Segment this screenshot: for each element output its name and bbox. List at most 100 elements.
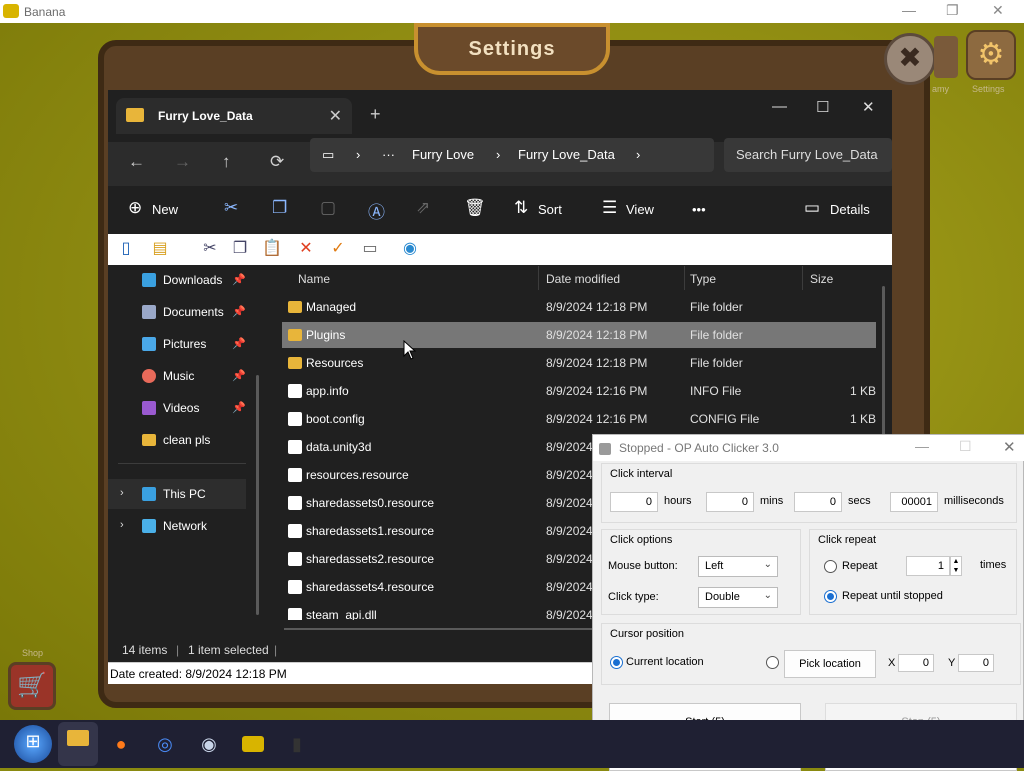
steam-icon[interactable]: ◉	[192, 728, 226, 760]
details-button[interactable]: Details	[830, 202, 870, 217]
cut-icon[interactable]: ✂	[224, 198, 238, 218]
sort-button[interactable]: Sort	[538, 202, 562, 217]
start-button-icon[interactable]: ⊞	[14, 725, 52, 763]
address-more[interactable]: ···	[382, 147, 395, 162]
more-options-button[interactable]: •••	[692, 202, 706, 217]
cut-icon[interactable]: ✂	[198, 238, 222, 260]
game-side-button[interactable]	[934, 36, 958, 78]
paste-icon[interactable]: 📋	[260, 238, 284, 260]
shell-icon[interactable]: ◉	[398, 238, 422, 260]
banana-shape	[242, 736, 264, 752]
share-icon[interactable]: ⇗	[416, 198, 430, 218]
breadcrumb-furry-love-data[interactable]: Furry Love_Data	[518, 147, 615, 162]
firefox-icon[interactable]: ●	[104, 728, 138, 760]
forward-icon[interactable]: →	[174, 152, 191, 172]
chevron-right-icon[interactable]: ›	[120, 519, 124, 531]
y-input[interactable]: 0	[958, 654, 994, 672]
confirm-icon[interactable]: ✓	[326, 238, 350, 260]
table-row[interactable]: Managed 8/9/2024 12:18 PM File folder	[282, 294, 876, 320]
nav-item-downloads[interactable]: Downloads 📌	[108, 265, 258, 295]
secs-input[interactable]: 0	[794, 492, 842, 512]
new-tab-button[interactable]: +	[370, 104, 381, 125]
column-size[interactable]: Size	[810, 272, 833, 286]
file-list-scrollbar[interactable]	[882, 286, 885, 436]
mouse-button-select[interactable]: Left ⌄	[698, 556, 778, 577]
music-icon	[142, 369, 156, 383]
column-separator[interactable]	[684, 266, 685, 290]
maximize-button[interactable]: ❐	[946, 2, 959, 19]
paste-icon[interactable]: ▢	[320, 198, 336, 218]
rename-box-icon[interactable]: ▭	[358, 238, 382, 260]
copy-icon[interactable]: ❐	[228, 238, 252, 260]
nav-item-music[interactable]: Music 📌	[108, 361, 258, 391]
pane-toggle-icon[interactable]: ▯	[114, 238, 138, 260]
nav-item-documents[interactable]: Documents 📌	[108, 297, 258, 327]
tab-close-icon[interactable]: ✕	[329, 106, 342, 126]
column-separator[interactable]	[538, 266, 539, 290]
table-row[interactable]: app.info 8/9/2024 12:16 PM INFO File 1 KB	[282, 378, 876, 404]
current-location-radio[interactable]	[610, 656, 623, 669]
nav-item-clean-pls[interactable]: clean pls	[108, 425, 258, 455]
explorer-minimize-button[interactable]: —	[772, 98, 787, 115]
column-date-modified[interactable]: Date modified	[546, 272, 620, 286]
up-icon[interactable]: ↑	[222, 152, 231, 172]
breadcrumb-furry-love[interactable]: Furry Love	[412, 147, 474, 162]
gear-icon[interactable]: ⚙	[966, 30, 1016, 80]
click-type-select[interactable]: Double ⌄	[698, 587, 778, 608]
address-bar[interactable]: ▭ › ··· Furry Love › Furry Love_Data ›	[310, 138, 714, 172]
copy-icon[interactable]: ❐	[272, 198, 287, 218]
minimize-button[interactable]: —	[902, 2, 916, 18]
shop-icon[interactable]: 🛒	[8, 662, 56, 710]
table-row[interactable]: boot.config 8/9/2024 12:16 PM CONFIG File 1…	[282, 406, 876, 432]
table-row[interactable]: Resources 8/9/2024 12:18 PM File folder	[282, 350, 876, 376]
file-icon	[288, 580, 302, 594]
repeat-count-stepper[interactable]: ▲ ▼	[950, 556, 962, 576]
folder-check-icon[interactable]: ▤	[148, 238, 172, 260]
table-row[interactable]: Plugins 8/9/2024 12:18 PM File folder	[282, 322, 876, 348]
explorer-maximize-button[interactable]: ☐	[816, 98, 829, 116]
explorer-close-button[interactable]: ✕	[862, 98, 875, 116]
file-explorer-icon[interactable]	[58, 722, 98, 766]
column-type[interactable]: Type	[690, 272, 716, 286]
nav-scrollbar[interactable]	[256, 375, 259, 615]
taskbar-app-icon[interactable]: ▮	[280, 728, 314, 760]
refresh-icon[interactable]: ⟳	[270, 152, 284, 172]
column-separator[interactable]	[802, 266, 803, 290]
milliseconds-input[interactable]: 00001	[890, 492, 938, 512]
repeat-until-stopped-radio[interactable]	[824, 590, 837, 603]
pick-location-radio[interactable]	[766, 656, 779, 669]
view-button[interactable]: View	[626, 202, 654, 217]
explorer-tab[interactable]: Furry Love_Data ✕	[116, 98, 352, 134]
rename-icon[interactable]: Ⓐ	[368, 198, 385, 223]
repeat-count-input[interactable]: 1	[906, 556, 950, 576]
pick-location-button[interactable]: Pick location	[784, 650, 876, 678]
new-button[interactable]: New	[152, 202, 178, 217]
close-button[interactable]: ✕	[992, 2, 1004, 19]
clicker-minimize-button[interactable]: —	[915, 438, 929, 454]
chrome-icon[interactable]: ◎	[148, 728, 182, 760]
file-date: 8/9/2024 12:16 PM	[546, 412, 648, 426]
chevron-right-icon[interactable]: ›	[120, 487, 124, 499]
nav-item-this-pc[interactable]: › This PC	[108, 479, 246, 509]
nav-item-network[interactable]: › Network	[108, 511, 258, 541]
y-label: Y	[948, 657, 956, 669]
app-title: Banana	[24, 5, 66, 19]
nav-item-videos[interactable]: Videos 📌	[108, 393, 258, 423]
delete-icon[interactable]: 🗑	[464, 198, 486, 218]
mins-input[interactable]: 0	[706, 492, 754, 512]
column-name[interactable]: Name	[298, 272, 330, 286]
tab-bar: Furry Love_Data ✕ + — ☐ ✕	[108, 90, 892, 142]
click-options-label: Click options	[608, 534, 675, 546]
nav-item-pictures[interactable]: Pictures 📌	[108, 329, 258, 359]
banana-app-icon[interactable]	[236, 728, 270, 760]
repeat-radio[interactable]	[824, 560, 837, 573]
hours-input[interactable]: 0	[610, 492, 658, 512]
back-icon[interactable]: ←	[128, 152, 145, 172]
x-input[interactable]: 0	[898, 654, 934, 672]
close-settings-icon[interactable]: ✖	[884, 33, 936, 85]
clicker-close-button[interactable]: ✕	[1003, 438, 1016, 456]
cancel-icon[interactable]: ✕	[294, 238, 318, 260]
search-input[interactable]: Search Furry Love_Data	[724, 138, 892, 172]
file-name: Resources	[306, 356, 364, 370]
clicker-maximize-button[interactable]: ☐	[959, 438, 972, 455]
